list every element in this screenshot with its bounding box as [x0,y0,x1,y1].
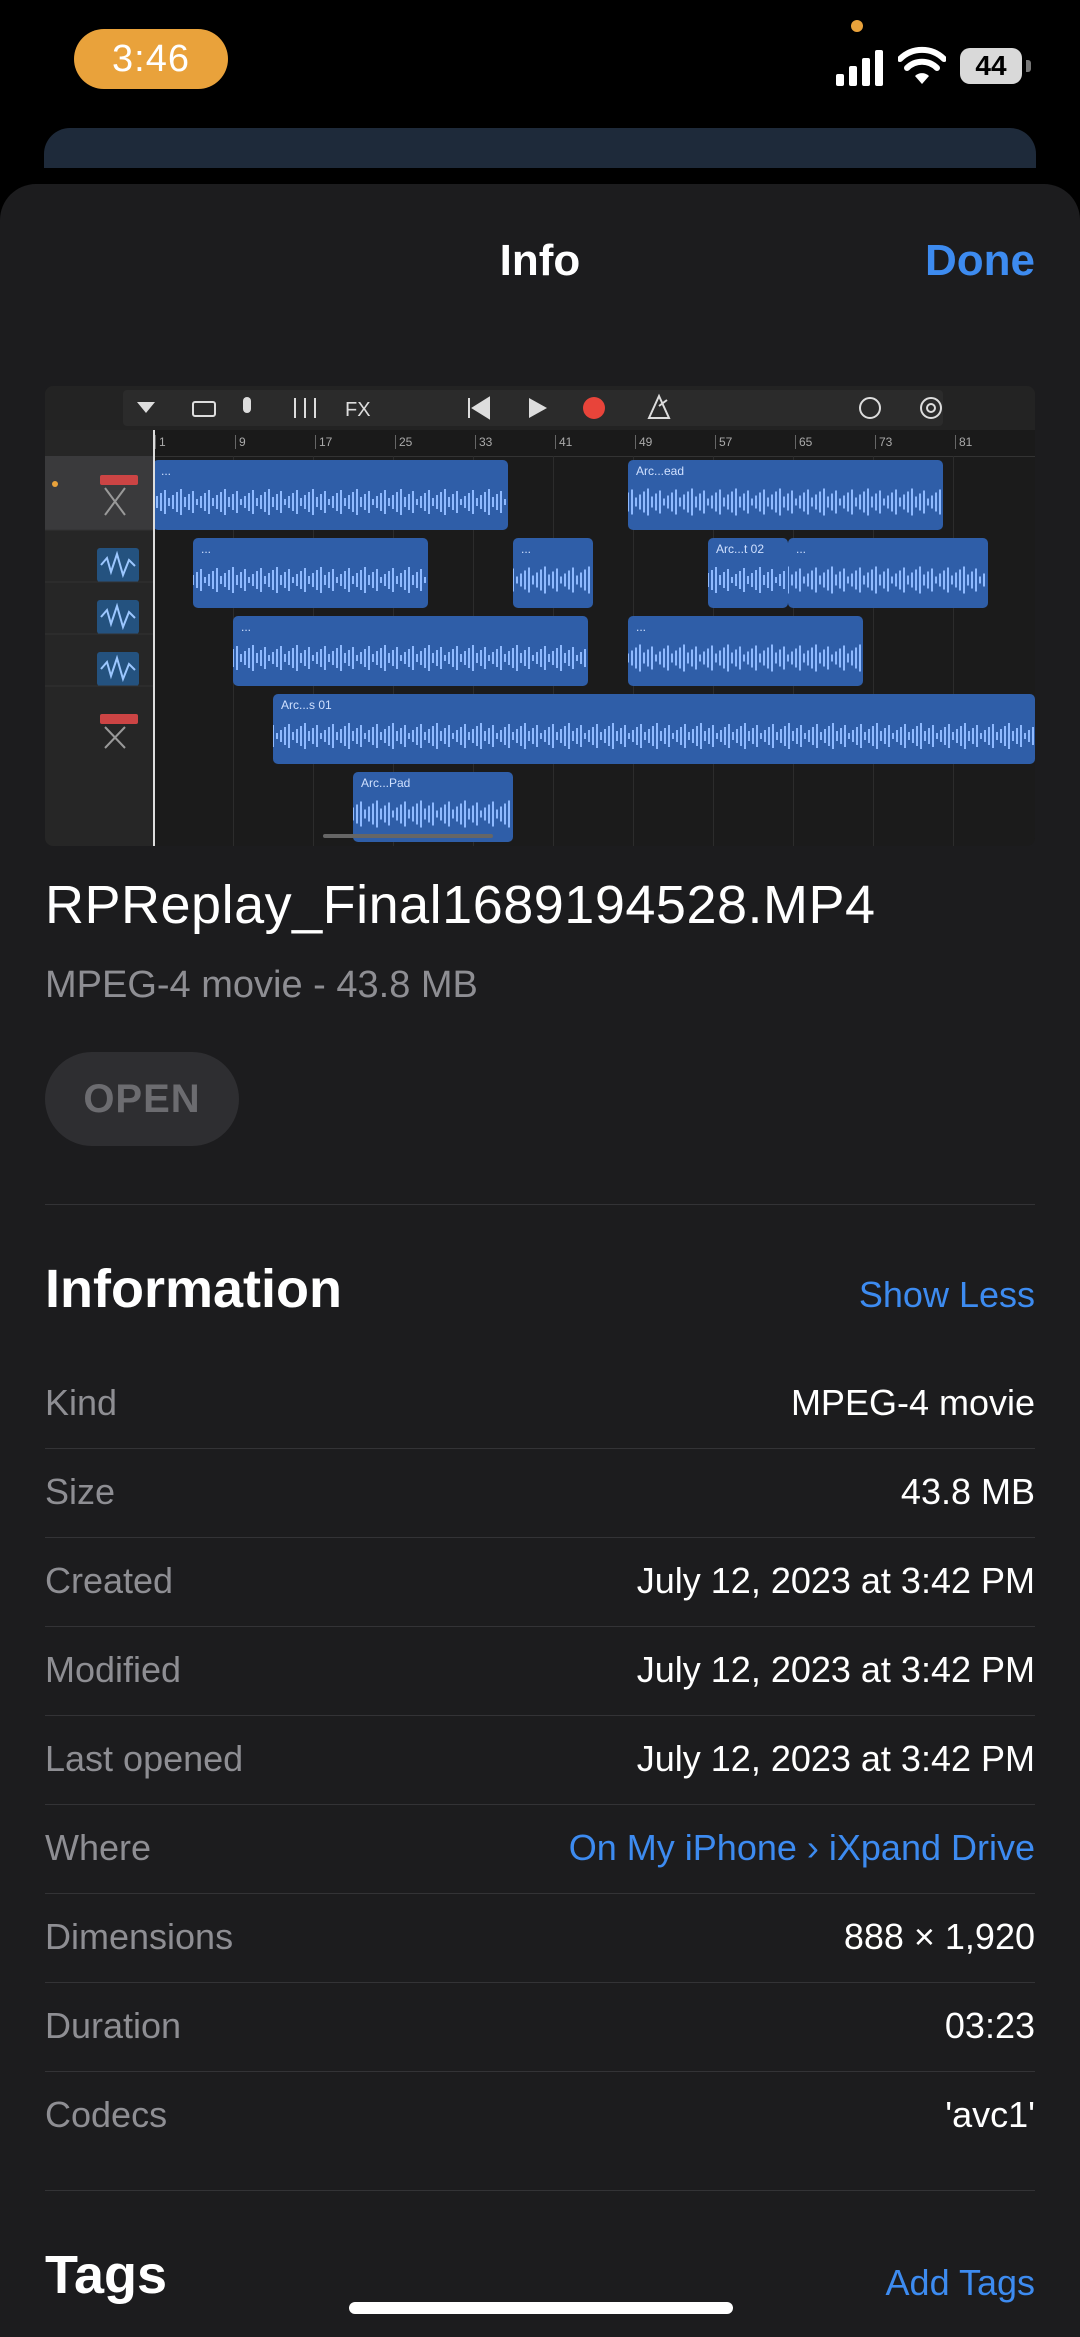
audio-region: ... [233,616,588,686]
info-sheet: Info Done FX 1 9 17 25 33 41 49 57 65 73 81 [0,184,1080,2337]
info-key: Where [45,1827,152,1868]
audio-region: Arc...ead [628,460,943,530]
audio-region: Arc...t 02 [708,538,788,608]
region-label: ... [241,620,252,634]
region-label: ... [796,542,807,556]
thumbnail-scrollbar [323,834,493,838]
information-list: Kind MPEG-4 movie Size 43.8 MB Created J… [45,1360,1035,2160]
info-row-created: Created July 12, 2023 at 3:42 PM [45,1538,1035,1627]
audio-region: ... [513,538,593,608]
ruler-mark: 1 [155,435,166,449]
ruler-mark: 25 [395,435,412,449]
information-heading: Information [45,1259,342,1319]
audio-region: ... [788,538,988,608]
info-value: July 12, 2023 at 3:42 PM [636,1560,1035,1601]
file-name: RPReplay_Final1689194528.MP4 [45,875,876,935]
info-key: Size [45,1471,116,1512]
info-row-last-opened: Last opened July 12, 2023 at 3:42 PM [45,1716,1035,1805]
wifi-icon [898,46,946,84]
where-location-link[interactable]: On My iPhone › iXpand Drive [569,1827,1035,1869]
show-less-button[interactable]: Show Less [859,1274,1035,1316]
info-value: 888 × 1,920 [843,1916,1035,1957]
info-value: MPEG-4 movie [790,1382,1035,1423]
playhead [153,430,155,846]
file-kind-size: MPEG-4 movie - 43.8 MB [45,964,478,1006]
info-value: 03:23 [944,2005,1035,2046]
info-row-duration: Duration 03:23 [45,1983,1035,2072]
ruler-mark: 17 [315,435,332,449]
ruler-mark: 33 [475,435,492,449]
info-key: Duration [45,2005,182,2046]
battery-icon: 44 [960,48,1022,84]
info-key: Dimensions [45,1916,234,1957]
info-row-kind: Kind MPEG-4 movie [45,1360,1035,1449]
status-bar: 3:46 44 [0,0,1080,130]
timeline-ruler: 1 9 17 25 33 41 49 57 65 73 81 [153,430,1035,457]
track-headers [45,430,153,846]
info-key: Last opened [45,1738,244,1779]
info-row-codecs: Codecs 'avc1' [45,2072,1035,2160]
open-button[interactable]: OPEN [45,1052,239,1146]
divider [45,2190,1035,2191]
audio-region: ... [153,460,508,530]
nav-title: Info [499,236,581,285]
svg-text:FX: FX [345,399,371,421]
audio-region: Arc...Pad [353,772,513,842]
info-value: July 12, 2023 at 3:42 PM [636,1738,1035,1779]
tags-heading: Tags [45,2245,168,2305]
region-label: ... [636,620,647,634]
info-value: 43.8 MB [900,1471,1035,1512]
ruler-mark: 57 [715,435,732,449]
mic-indicator-dot [851,20,863,32]
file-thumbnail: FX 1 9 17 25 33 41 49 57 65 73 81 ... Ar… [45,386,1035,846]
audio-region: ... [193,538,428,608]
region-label: ... [201,542,212,556]
add-tags-button[interactable]: Add Tags [886,2262,1035,2304]
audio-region: ... [628,616,863,686]
audio-region: Arc...s 01 [273,694,1035,764]
info-value: 'avc1' [945,2094,1035,2135]
status-time[interactable]: 3:46 [74,29,228,89]
grid-line [953,456,954,846]
region-label: Arc...s 01 [281,698,332,712]
info-value: July 12, 2023 at 3:42 PM [636,1649,1035,1690]
track-area: ... Arc...ead...... Arc...t 02......... Arc… [153,430,1035,846]
info-row-modified: Modified July 12, 2023 at 3:42 PM [45,1627,1035,1716]
home-indicator[interactable] [349,2302,733,2314]
region-label: Arc...t 02 [716,542,765,556]
info-key: Codecs [45,2094,168,2135]
divider [45,1204,1035,1205]
info-key: Created [45,1560,174,1601]
info-key: Kind [45,1382,118,1423]
info-key: Modified [45,1649,182,1690]
region-label: ... [161,464,172,478]
battery-cap [1026,60,1031,72]
ruler-mark: 81 [955,435,972,449]
ruler-mark: 41 [555,435,572,449]
background-card [44,128,1036,168]
info-row-size: Size 43.8 MB [45,1449,1035,1538]
cellular-signal-icon [836,50,883,86]
ruler-mark: 73 [875,435,892,449]
region-label: Arc...ead [636,464,685,478]
thumbnail-toolbar: FX [45,386,1035,430]
ruler-mark: 65 [795,435,812,449]
ruler-mark: 9 [235,435,246,449]
info-row-where: Where On My iPhone › iXpand Drive [45,1805,1035,1894]
ruler-mark: 49 [635,435,652,449]
region-label: ... [521,542,532,556]
region-label: Arc...Pad [361,776,411,790]
done-button[interactable]: Done [925,236,1035,286]
info-row-dimensions: Dimensions 888 × 1,920 [45,1894,1035,1983]
